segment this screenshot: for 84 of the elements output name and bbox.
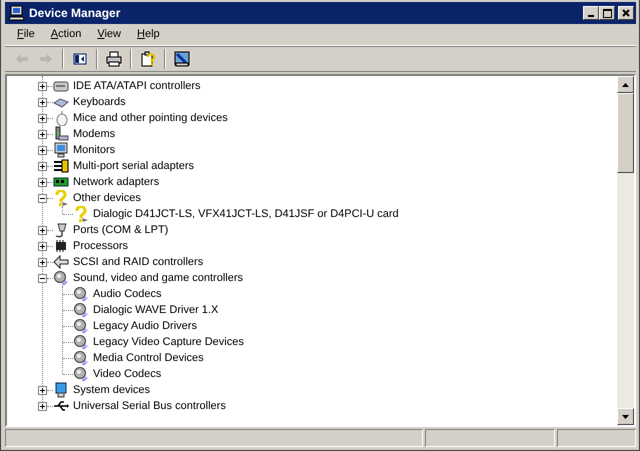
expand-button[interactable]: [38, 178, 47, 186]
maximize-icon: [602, 8, 612, 18]
scroll-down-button[interactable]: [617, 408, 634, 425]
tree-item[interactable]: Dialogic D41JCT-LS, VFX41JCT-LS, D41JSF or D4PCI-U card: [91, 206, 401, 222]
plus-icon: [39, 226, 46, 234]
plus-icon: [39, 178, 46, 186]
tree-item[interactable]: SCSI and RAID controllers: [71, 254, 206, 270]
plus-icon: [39, 258, 46, 266]
expand-button[interactable]: [38, 258, 47, 266]
tree-item[interactable]: Multi-port serial adapters: [71, 158, 196, 174]
collapse-button[interactable]: [38, 194, 47, 202]
chip-icon: [53, 238, 69, 254]
up-arrow-icon: [622, 82, 629, 86]
modem-icon: [53, 126, 69, 142]
speaker-icon: [73, 302, 89, 318]
window-title: Device Manager: [29, 5, 120, 22]
tree-item[interactable]: Monitors: [71, 142, 118, 158]
printer-icon: [106, 51, 122, 67]
expand-button[interactable]: [38, 386, 47, 394]
scrollbar-thumb[interactable]: [617, 93, 634, 173]
vertical-scrollbar[interactable]: [617, 76, 634, 425]
expand-button[interactable]: [38, 82, 47, 90]
speaker-icon: [73, 334, 89, 350]
speaker-icon: [73, 318, 89, 334]
expand-button[interactable]: [38, 114, 47, 122]
properties-help-icon: [140, 51, 156, 67]
question-mark-icon: [73, 206, 89, 222]
maximize-button[interactable]: [599, 6, 616, 20]
plus-icon: [39, 82, 46, 90]
menu-item[interactable]: Help: [129, 24, 168, 45]
tree-item[interactable]: Network adapters: [71, 174, 162, 190]
close-icon: [622, 9, 630, 17]
expand-button[interactable]: [38, 98, 47, 106]
tree-item[interactable]: Processors: [71, 238, 130, 254]
tree-item[interactable]: Keyboards: [71, 94, 128, 110]
tree-item[interactable]: Other devices: [71, 190, 143, 206]
plus-icon: [39, 114, 46, 122]
collapse-button[interactable]: [38, 274, 47, 282]
expand-button[interactable]: [38, 162, 47, 170]
expand-button[interactable]: [38, 130, 47, 138]
tree-item[interactable]: Mice and other pointing devices: [71, 110, 230, 126]
minimize-button[interactable]: [583, 6, 600, 20]
speaker-icon: [73, 350, 89, 366]
speaker-icon: [53, 270, 69, 286]
tree-item[interactable]: Modems: [71, 126, 118, 142]
monitor-icon: [53, 142, 69, 158]
tree-item[interactable]: Sound, video and game controllers: [71, 270, 245, 286]
expand-button[interactable]: [38, 226, 47, 234]
plus-icon: [39, 242, 46, 250]
computer-icon: [9, 5, 25, 21]
plus-icon: [39, 162, 46, 170]
connector-icon: [53, 158, 69, 174]
tree-item[interactable]: Media Control Devices: [91, 350, 206, 366]
speaker-icon: [73, 366, 89, 382]
computer-icon: [53, 382, 69, 398]
plus-icon: [39, 98, 46, 106]
plus-icon: [39, 402, 46, 410]
plus-icon: [39, 146, 46, 154]
tree-item[interactable]: Ports (COM & LPT): [71, 222, 170, 238]
forward-arrow-icon: [38, 51, 54, 67]
port-icon: [53, 222, 69, 238]
scsi-icon: [53, 254, 69, 270]
tree-item[interactable]: Legacy Video Capture Devices: [91, 334, 246, 350]
expand-button[interactable]: [38, 402, 47, 410]
scroll-up-button[interactable]: [617, 76, 634, 93]
down-arrow-icon: [622, 414, 629, 418]
plus-icon: [39, 386, 46, 394]
tree-item[interactable]: Legacy Audio Drivers: [91, 318, 199, 334]
menu-item[interactable]: File: [9, 24, 43, 45]
tree-item[interactable]: Audio Codecs: [91, 286, 164, 302]
menu-item[interactable]: View: [89, 24, 129, 45]
menu-item[interactable]: Action: [42, 24, 90, 45]
plus-icon: [39, 130, 46, 138]
close-button[interactable]: [618, 6, 634, 20]
expand-button[interactable]: [38, 242, 47, 250]
scan-hardware-icon: [174, 51, 190, 67]
panel-icon: [72, 51, 88, 67]
tree-item[interactable]: System devices: [71, 382, 152, 398]
tree-item[interactable]: IDE ATA/ATAPI controllers: [71, 78, 203, 94]
tree-item[interactable]: Dialogic WAVE Driver 1.X: [91, 302, 220, 318]
expand-button[interactable]: [38, 146, 47, 154]
tree-item[interactable]: Universal Serial Bus controllers: [71, 398, 228, 414]
tree-item[interactable]: Video Codecs: [91, 366, 164, 382]
speaker-icon: [73, 286, 89, 302]
